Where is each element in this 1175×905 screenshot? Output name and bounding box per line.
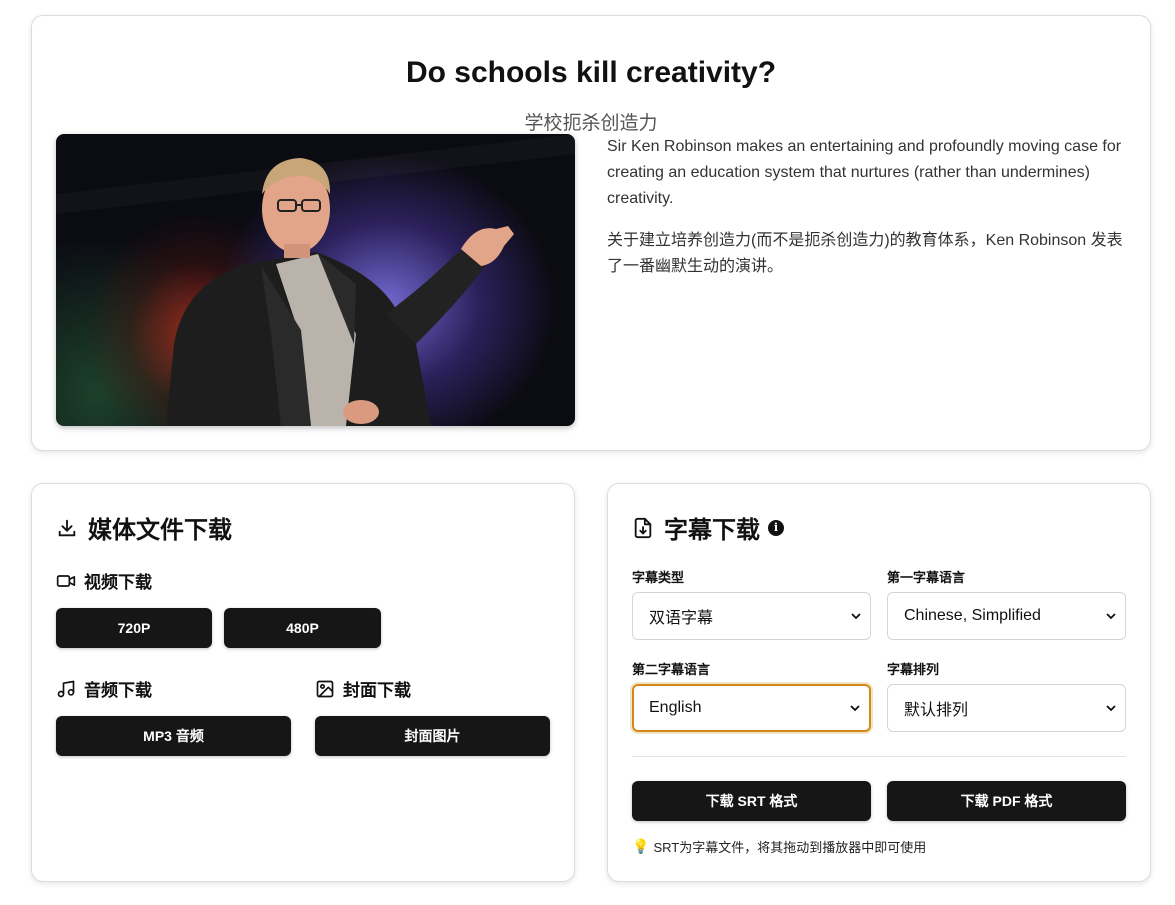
music-note-icon <box>57 680 75 697</box>
video-720p-button[interactable]: 720P <box>56 608 212 648</box>
talk-description-zh: 关于建立培养创造力(而不是扼杀创造力)的教育体系，Ken Robinson 发表… <box>607 232 1123 275</box>
talk-title-zh: 学校扼杀创造力 <box>524 113 658 134</box>
divider <box>632 756 1126 757</box>
file-download-icon <box>634 517 652 538</box>
lightbulb-icon: 💡 <box>632 838 650 854</box>
second-language-value: English <box>649 699 702 716</box>
chevron-down-icon <box>1106 613 1116 620</box>
srt-hint: 💡 SRT为字幕文件，将其拖动到播放器中即可使用 <box>632 837 926 856</box>
subtitle-order-select[interactable]: 默认排列 <box>887 684 1126 732</box>
chevron-down-icon <box>851 613 861 620</box>
info-icon[interactable]: i <box>768 519 784 536</box>
second-language-select[interactable]: English <box>632 684 871 732</box>
subtitle-download-card: 字幕下载 i 字幕类型 双语字幕 第一字幕语言 Chinese, Simplif… <box>607 483 1151 882</box>
video-download-text: 视频下载 <box>84 573 152 592</box>
audio-download-label: 音频下载 <box>56 676 152 701</box>
mp3-audio-button[interactable]: MP3 音频 <box>56 716 291 756</box>
cover-download-label: 封面下载 <box>315 676 411 701</box>
srt-hint-text: SRT为字幕文件，将其拖动到播放器中即可使用 <box>653 840 927 855</box>
media-download-title: 媒体文件下载 <box>88 517 232 544</box>
image-icon <box>316 680 334 697</box>
download-pdf-button[interactable]: 下载 PDF 格式 <box>887 781 1126 821</box>
second-language-label: 第二字幕语言 <box>632 662 711 677</box>
talk-card: Do schools kill creativity? 学校扼杀创造力 Sir … <box>31 15 1151 451</box>
first-language-label: 第一字幕语言 <box>887 570 966 585</box>
media-download-heading: 媒体文件下载 <box>56 510 232 545</box>
talk-cover-image <box>56 134 575 426</box>
subtitle-download-title: 字幕下载 <box>664 517 760 544</box>
talk-description-en: Sir Ken Robinson makes an entertaining a… <box>607 138 1122 207</box>
subtitle-type-label: 字幕类型 <box>632 570 685 585</box>
cover-download-text: 封面下载 <box>343 681 411 700</box>
chevron-down-icon <box>850 705 860 712</box>
audio-download-text: 音频下载 <box>84 681 152 700</box>
cover-image-button[interactable]: 封面图片 <box>315 716 550 756</box>
chevron-down-icon <box>1106 705 1116 712</box>
first-language-select[interactable]: Chinese, Simplified <box>887 592 1126 640</box>
talk-title: Do schools kill creativity? <box>405 56 777 89</box>
subtitle-type-select[interactable]: 双语字幕 <box>632 592 871 640</box>
subtitle-order-label: 字幕排列 <box>887 662 940 677</box>
speaker-photo-illustration <box>166 158 514 426</box>
download-icon <box>58 519 76 536</box>
media-download-card: 媒体文件下载 视频下载 720P 480P 音频下载 封面下载 MP3 音频 封… <box>31 483 575 882</box>
video-download-label: 视频下载 <box>56 568 152 593</box>
video-480p-button[interactable]: 480P <box>224 608 381 648</box>
subtitle-order-value: 默认排列 <box>904 702 969 719</box>
download-srt-button[interactable]: 下载 SRT 格式 <box>632 781 871 821</box>
subtitle-download-heading: 字幕下载 i <box>632 510 784 545</box>
subtitle-type-value: 双语字幕 <box>649 610 714 627</box>
video-camera-icon <box>56 574 76 587</box>
first-language-value: Chinese, Simplified <box>904 607 1041 624</box>
